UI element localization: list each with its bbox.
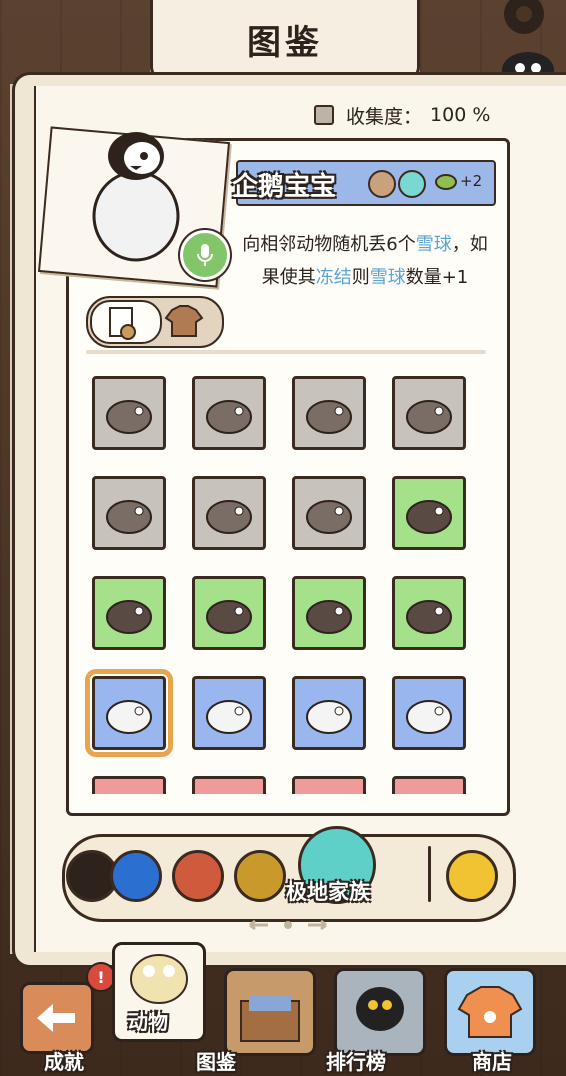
desc-keyword-snowball: 雪球 bbox=[369, 267, 406, 288]
desc-text: 数量+1 bbox=[405, 267, 469, 288]
animal-name-bar: 企鹅宝宝 +2 bbox=[232, 160, 496, 206]
ant-icon bbox=[406, 600, 452, 634]
nav-ranking-label[interactable]: 排行榜 bbox=[326, 1046, 386, 1075]
nav-shop-label[interactable]: 商店 bbox=[472, 1046, 512, 1075]
microphone-icon bbox=[197, 244, 213, 266]
animal-tile-walrus[interactable] bbox=[92, 476, 166, 550]
page-title-banner: 图鉴 bbox=[150, 0, 420, 81]
food-cost: +2 bbox=[434, 172, 482, 190]
snowy-owl-icon bbox=[206, 700, 252, 734]
desc-text: 向相邻动物随机丢6个 bbox=[242, 234, 416, 255]
desc-keyword-snowball: 雪球 bbox=[415, 234, 452, 255]
page-title: 图鉴 bbox=[247, 22, 323, 63]
book-icon bbox=[314, 105, 334, 125]
family-icon-ocean[interactable] bbox=[110, 850, 162, 902]
desc-text: 则 bbox=[351, 267, 370, 288]
grid-bottom-edge bbox=[84, 794, 484, 804]
food-cost-value: +2 bbox=[460, 172, 483, 190]
ability-description: 向相邻动物随机丢6个雪球，如果使其冻结则雪球数量+1 bbox=[240, 228, 490, 294]
animal-tile-swallow[interactable] bbox=[192, 376, 266, 450]
divider bbox=[86, 350, 486, 354]
back-button[interactable] bbox=[20, 982, 94, 1054]
walrus-icon bbox=[106, 500, 152, 534]
collection-progress: 收集度： 100 % bbox=[312, 100, 490, 130]
nav-ranking[interactable] bbox=[334, 968, 426, 1056]
family-icon-bug[interactable] bbox=[172, 850, 224, 902]
nav-atlas-label[interactable]: 图鉴 bbox=[196, 1046, 236, 1075]
otter-icon bbox=[406, 400, 452, 434]
animal-tile-ant[interactable] bbox=[392, 576, 466, 650]
basket-icon bbox=[240, 995, 300, 1042]
document-icon bbox=[109, 307, 136, 340]
nav-shop[interactable] bbox=[444, 968, 536, 1056]
red-2-icon bbox=[199, 785, 259, 794]
black-caterpillar-icon bbox=[306, 500, 352, 534]
animal-tile-snowy-owl[interactable] bbox=[192, 676, 266, 750]
animal-tile-arctic-hare[interactable] bbox=[292, 676, 366, 750]
animal-tile-red-4[interactable] bbox=[392, 776, 466, 794]
animal-tile-red-1[interactable] bbox=[92, 776, 166, 794]
animal-tile-snake[interactable] bbox=[292, 576, 366, 650]
pager-indicator bbox=[249, 919, 327, 931]
food-icon bbox=[435, 174, 457, 190]
trait-icon-animal bbox=[368, 170, 396, 198]
info-skin-toggle[interactable] bbox=[86, 296, 224, 348]
horse-icon bbox=[406, 500, 452, 534]
paw-icon[interactable] bbox=[446, 850, 498, 902]
voice-button[interactable] bbox=[180, 230, 230, 280]
baby-penguin-portrait bbox=[92, 132, 180, 262]
puffin-icon bbox=[106, 600, 152, 634]
red-3-icon bbox=[299, 785, 359, 794]
nav-achievements-label[interactable]: 成就 bbox=[44, 1046, 84, 1075]
animal-tile-walrus-brown[interactable] bbox=[92, 376, 166, 450]
family-separator bbox=[428, 846, 431, 902]
puffin-dark-icon bbox=[306, 400, 352, 434]
animal-tile-black-caterpillar[interactable] bbox=[292, 476, 366, 550]
swallow-icon bbox=[206, 400, 252, 434]
desc-keyword-freeze: 冻结 bbox=[315, 267, 352, 288]
animal-name: 企鹅宝宝 bbox=[232, 172, 337, 202]
walrus-brown-icon bbox=[106, 400, 152, 434]
collection-label: 收集度： bbox=[346, 105, 423, 128]
snake-icon bbox=[306, 600, 352, 634]
hamster-icon bbox=[206, 600, 252, 634]
fly-icon bbox=[406, 700, 452, 734]
animal-tile-baby-penguin[interactable] bbox=[85, 669, 173, 757]
family-selected-label: 极地家族 bbox=[286, 880, 370, 904]
animal-tile-fly[interactable] bbox=[392, 676, 466, 750]
animal-tile-puffin-dark[interactable] bbox=[292, 376, 366, 450]
collection-value: 100 % bbox=[430, 104, 491, 126]
animal-tile-hamster[interactable] bbox=[192, 576, 266, 650]
gear-icon[interactable] bbox=[498, 0, 550, 40]
back-arrow-icon bbox=[37, 1004, 75, 1032]
seal-icon bbox=[206, 500, 252, 534]
family-icon-desert[interactable] bbox=[234, 850, 286, 902]
tshirt-icon[interactable] bbox=[164, 304, 204, 338]
animal-tile-red-3[interactable] bbox=[292, 776, 366, 794]
animal-tile-otter[interactable] bbox=[392, 376, 466, 450]
arctic-hare-icon bbox=[306, 700, 352, 734]
nav-atlas[interactable] bbox=[224, 968, 316, 1056]
animal-tile-red-2[interactable] bbox=[192, 776, 266, 794]
animal-tile-seal[interactable] bbox=[192, 476, 266, 550]
baby-penguin-icon bbox=[106, 700, 152, 734]
animal-grid[interactable] bbox=[84, 368, 484, 794]
red-1-icon bbox=[99, 785, 159, 794]
animal-tile-puffin[interactable] bbox=[92, 576, 166, 650]
nav-animals-label[interactable]: 动物 bbox=[128, 1006, 168, 1035]
animal-tile-horse[interactable] bbox=[392, 476, 466, 550]
owl-icon bbox=[130, 954, 188, 1004]
orange-shirt-icon bbox=[457, 986, 523, 1038]
info-tab[interactable] bbox=[90, 300, 162, 344]
trait-icon-ice bbox=[398, 170, 426, 198]
red-4-icon bbox=[399, 785, 459, 794]
black-cat-trophy-icon bbox=[356, 987, 404, 1031]
